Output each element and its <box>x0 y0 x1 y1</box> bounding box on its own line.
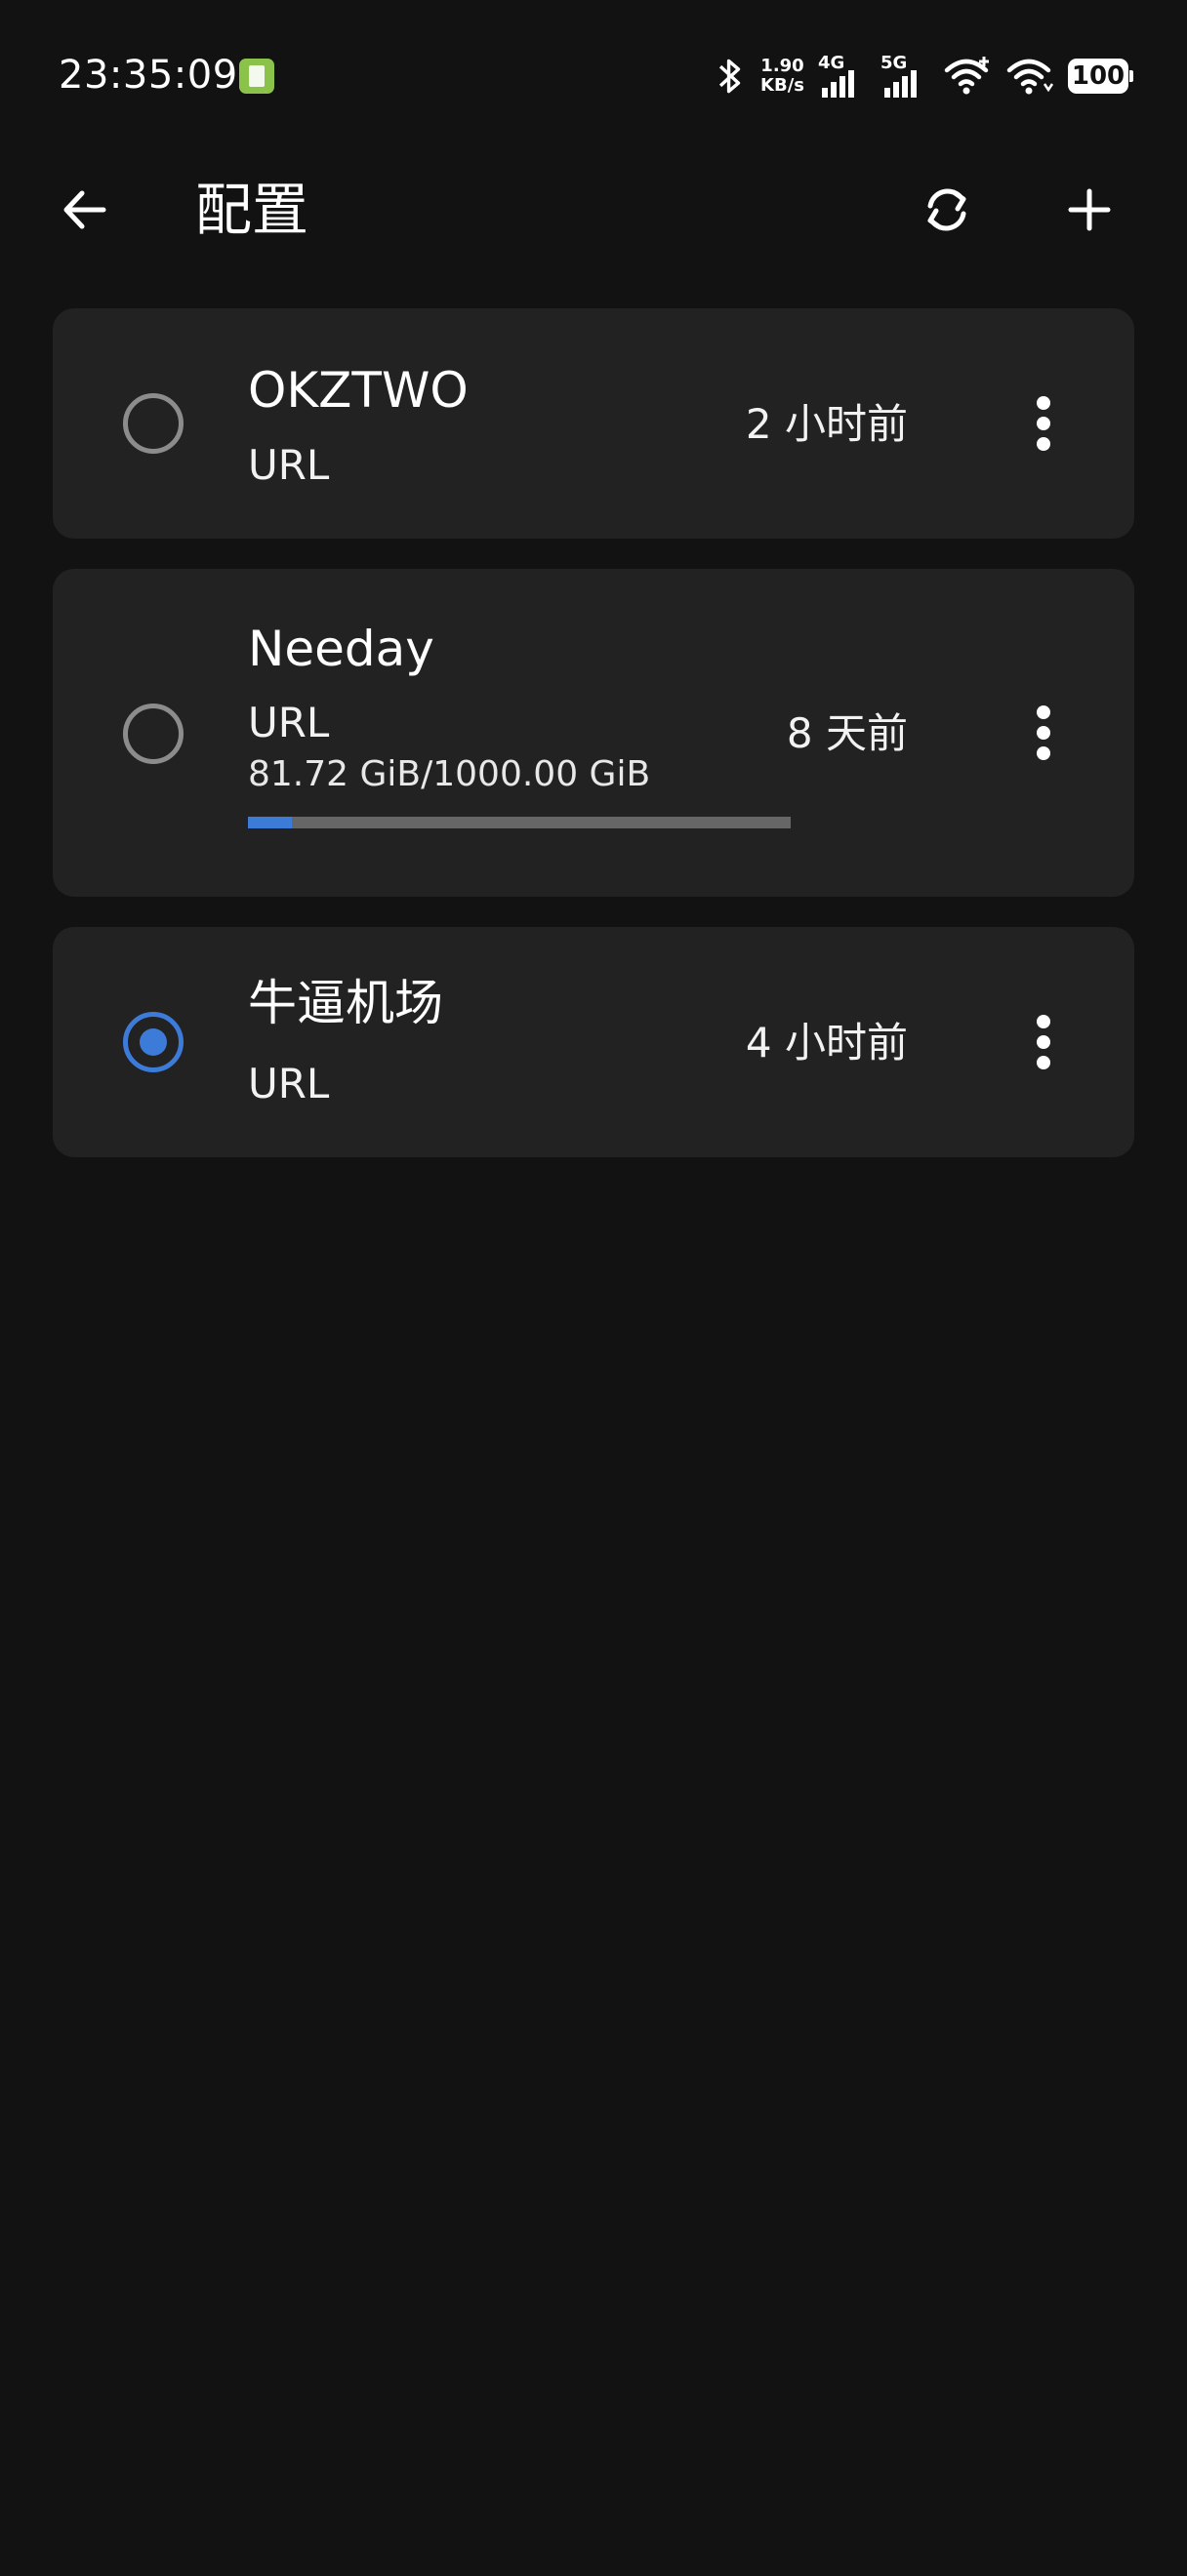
bluetooth-icon <box>718 59 741 94</box>
wifi-icon <box>1006 59 1054 95</box>
more-options-button[interactable] <box>1009 694 1078 772</box>
radio-ring <box>123 393 184 454</box>
wifi-plus-icon <box>944 57 989 95</box>
profile-card[interactable]: 牛逼机场 URL 4 小时前 <box>53 927 1134 1157</box>
more-vert-icon <box>1037 705 1050 719</box>
profile-updated-time: 8 天前 <box>786 709 908 757</box>
profile-card[interactable]: OKZTWO URL 2 小时前 <box>53 308 1134 539</box>
signal-sim2-icon: 5G <box>880 51 929 101</box>
profile-name: 牛逼机场 <box>248 975 443 1031</box>
more-options-button[interactable] <box>1009 1003 1078 1081</box>
profile-card[interactable]: Needay URL 81.72 GiB/1000.00 GiB 8 天前 <box>53 569 1134 897</box>
profile-radio[interactable] <box>123 704 184 764</box>
add-profile-button[interactable] <box>1050 176 1128 244</box>
profile-usage: 81.72 GiB/1000.00 GiB <box>248 754 651 794</box>
status-icons: 1.90 KB/s 4G 5G 100 <box>714 47 1133 105</box>
profile-type: URL <box>248 441 330 489</box>
status-time: 23:35:09 <box>59 53 238 98</box>
profile-name: Needay <box>248 621 434 677</box>
sync-icon <box>927 188 966 231</box>
battery-icon: 100 <box>1068 59 1133 94</box>
profile-type: URL <box>248 699 330 746</box>
profile-updated-time: 2 小时前 <box>745 400 908 448</box>
network-speed: 1.90 KB/s <box>760 57 804 96</box>
usage-progress-bar <box>248 817 791 828</box>
update-all-button[interactable] <box>908 176 986 244</box>
profile-radio[interactable] <box>123 393 184 454</box>
profile-name: OKZTWO <box>248 362 469 419</box>
plus-icon <box>1068 188 1111 231</box>
back-button[interactable] <box>59 176 137 244</box>
top-app-bar: 配置 <box>0 146 1187 273</box>
clipboard-notification-icon <box>239 59 274 94</box>
signal-sim1-icon: 4G <box>818 51 867 101</box>
status-bar: 23:35:09 1.90 KB/s 4G 5G 100 <box>0 0 1187 146</box>
profile-type: URL <box>248 1060 330 1107</box>
more-options-button[interactable] <box>1009 384 1078 463</box>
profile-updated-time: 4 小时前 <box>745 1019 908 1067</box>
more-vert-icon <box>1037 1015 1050 1028</box>
usage-progress-fill <box>248 817 293 828</box>
radio-ring <box>123 704 184 764</box>
arrow-left-icon <box>63 190 106 229</box>
more-vert-icon <box>1037 396 1050 410</box>
network-speed-unit: KB/s <box>760 75 804 96</box>
profile-radio-selected[interactable] <box>123 1012 184 1072</box>
radio-dot <box>140 1028 167 1056</box>
page-title: 配置 <box>195 177 309 243</box>
network-speed-value: 1.90 <box>760 56 804 76</box>
